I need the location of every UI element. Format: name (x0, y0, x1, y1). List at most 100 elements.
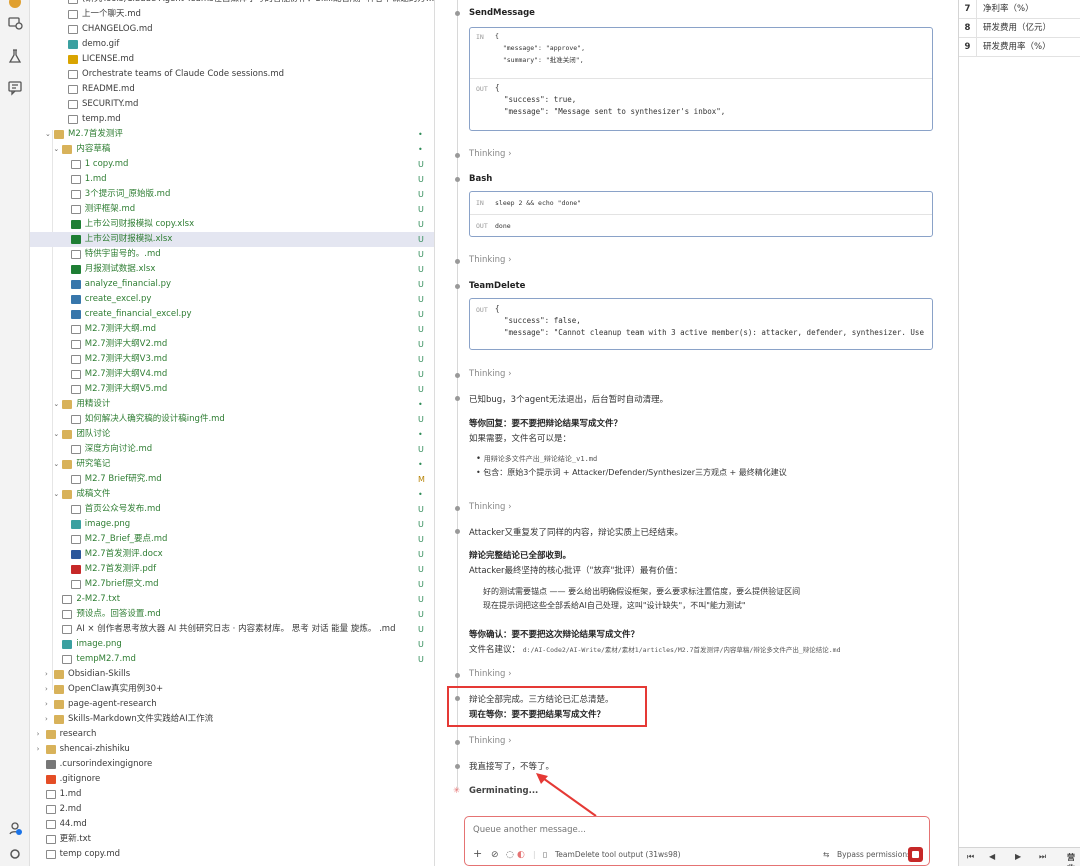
explorer-file-row[interactable]: CHANGELOG.md (30, 22, 434, 37)
explorer-file-row[interactable]: 1 copy.md U (30, 157, 434, 172)
explorer-file-row[interactable]: 1.md U (30, 172, 434, 187)
teamdelete-tool-box[interactable]: OUT { "success": false, "message": "Cann… (469, 298, 933, 350)
explorer-file-row[interactable]: AI × 创作者思考放大器 AI 共创研究日志 · 内容素材库。 思考 对话 能… (30, 622, 434, 637)
prev-sheet-icon[interactable]: ◀ (989, 852, 995, 861)
add-plus-icon[interactable]: + (473, 847, 482, 860)
explorer-folder-row[interactable]: › page-agent-research (30, 697, 434, 712)
explorer-file-row[interactable]: 深度方向讨论.md U (30, 442, 434, 457)
explorer-folder-row[interactable]: ⌄ 内容草稿 • (30, 142, 434, 157)
explorer-file-row[interactable]: image.png U (30, 517, 434, 532)
explorer-file-row[interactable]: (研究Tools)Claude Agent Teams在自媒体字写的智能协作：S… (30, 0, 434, 7)
explorer-file-row[interactable]: temp.md (30, 112, 434, 127)
explorer-file-row[interactable]: .cursorindexingignore (30, 757, 434, 772)
bash-tool-box[interactable]: IN sleep 2 && echo "done" OUT done (469, 191, 933, 237)
sheet-row[interactable]: 7 净利率（%） (959, 0, 1080, 19)
sheet-row[interactable]: 9 研发费用率（%） (959, 38, 1080, 57)
explorer-folder-row[interactable]: › OpenClaw真实用例30+ (30, 682, 434, 697)
explorer-file-row[interactable]: 月报测试数据.xlsx U (30, 262, 434, 277)
explorer-file-row[interactable]: 1.md (30, 787, 434, 802)
sendmessage-tool-box[interactable]: IN { "message": "approve", "summary": "批… (469, 27, 933, 131)
explorer-file-row[interactable]: M2.7测评大纲V3.md U (30, 352, 434, 367)
explorer-folder-row[interactable]: › shencai-zhishiku (30, 742, 434, 757)
chevron-right-icon[interactable]: › (45, 667, 48, 682)
attached-file-label[interactable]: TeamDelete tool output (31ws98) (555, 850, 681, 859)
account-icon[interactable] (7, 820, 23, 836)
explorer-file-row[interactable]: temp copy.md (30, 847, 434, 862)
explorer-folder-row[interactable]: › research (30, 727, 434, 742)
explorer-file-row[interactable]: 2-M2.7.txt U (30, 592, 434, 607)
thinking-toggle[interactable]: Thinking › (469, 502, 512, 512)
thinking-toggle[interactable]: Thinking › (469, 669, 512, 679)
sheet-row[interactable]: 8 研发费用（亿元） (959, 19, 1080, 38)
explorer-file-row[interactable]: image.png U (30, 637, 434, 652)
explorer-file-row[interactable]: README.md (30, 82, 434, 97)
thinking-toggle[interactable]: Thinking › (469, 255, 512, 265)
stop-button[interactable] (908, 847, 923, 862)
explorer-file-row[interactable]: M2.7测评大纲.md U (30, 322, 434, 337)
remote-explorer-icon[interactable] (7, 15, 23, 31)
explorer-file-row[interactable]: 上一个聊天.md (30, 7, 434, 22)
last-sheet-icon[interactable]: ⏭ (1039, 852, 1046, 862)
explorer-file-row[interactable]: SECURITY.md (30, 97, 434, 112)
thinking-toggle[interactable]: Thinking › (469, 736, 512, 746)
chat-comment-icon[interactable] (7, 80, 23, 96)
explorer-file-row[interactable]: 如何解决人确究稿的设计稿ing件.md U (30, 412, 434, 427)
explorer-file-row[interactable]: 首页公众号发布.md U (30, 502, 434, 517)
chevron-right-icon[interactable]: › (45, 712, 48, 727)
first-sheet-icon[interactable]: ⏮ (967, 852, 974, 862)
explorer-folder-row[interactable]: › Obsidian-Skills (30, 667, 434, 682)
explorer-file-row[interactable]: .gitignore (30, 772, 434, 787)
chevron-right-icon[interactable]: › (45, 697, 48, 712)
settings-gear-icon[interactable] (7, 846, 23, 862)
sheet-tab[interactable]: 营收 (1067, 852, 1080, 866)
thinking-toggle[interactable]: Thinking › (469, 149, 512, 159)
explorer-file-row[interactable]: M2.7测评大纲V2.md U (30, 337, 434, 352)
chevron-right-icon[interactable]: › (37, 727, 40, 742)
cell-value[interactable]: 研发费用（亿元） (983, 19, 1051, 38)
chevron-down-icon[interactable]: ⌄ (53, 427, 59, 442)
explorer-folder-row[interactable]: › Skills-Markdown文件实践给AI工作流 (30, 712, 434, 727)
slash-command-icon[interactable]: ⊘ (491, 850, 499, 860)
explorer-file-row[interactable]: 更新.txt (30, 832, 434, 847)
testing-flask-icon[interactable] (7, 48, 23, 64)
attach-icon[interactable]: ◌ (506, 850, 514, 860)
explorer-file-row[interactable]: M2.7首发测评.docx U (30, 547, 434, 562)
explorer-folder-row[interactable]: ⌄ 成稿文件 • (30, 487, 434, 502)
explorer-file-row[interactable]: 44.md (30, 817, 434, 832)
message-composer[interactable]: + ⊘ ◌ ◐ | ▯ TeamDelete tool output (31ws… (464, 816, 930, 866)
chevron-down-icon[interactable]: ⌄ (53, 142, 59, 157)
chevron-right-icon[interactable]: › (37, 742, 40, 757)
chevron-down-icon[interactable]: ⌄ (53, 487, 59, 502)
explorer-folder-row[interactable]: ⌄ M2.7首发测评 • (30, 127, 434, 142)
explorer-folder-row[interactable]: ⌄ 研究笔记 • (30, 457, 434, 472)
explorer-file-row[interactable]: 2.md (30, 802, 434, 817)
explorer-file-row[interactable]: 3个提示词_原始版.md U (30, 187, 434, 202)
explorer-file-row[interactable]: 上市公司财报模拟 copy.xlsx U (30, 217, 434, 232)
explorer-file-row[interactable]: Orchestrate teams of Claude Code session… (30, 67, 434, 82)
chevron-down-icon[interactable]: ⌄ (53, 397, 59, 412)
queue-message-input[interactable] (473, 823, 913, 837)
explorer-file-row[interactable]: M2.7 Brief研究.md M (30, 472, 434, 487)
explorer-file-row[interactable]: M2.7brief原文.md U (30, 577, 434, 592)
explorer-file-row[interactable]: create_financial_excel.py U (30, 307, 434, 322)
explorer-file-row[interactable]: 预设点。回答设置.md U (30, 607, 434, 622)
explorer-file-row[interactable]: M2.7测评大纲V4.md U (30, 367, 434, 382)
explorer-file-row[interactable]: M2.7_Brief_要点.md U (30, 532, 434, 547)
account-badge-icon[interactable] (7, 0, 23, 10)
thinking-toggle[interactable]: Thinking › (469, 369, 512, 379)
explorer-file-row[interactable]: demo.gif (30, 37, 434, 52)
next-sheet-icon[interactable]: ▶ (1015, 852, 1021, 861)
chevron-down-icon[interactable]: ⌄ (53, 457, 59, 472)
explorer-file-row[interactable]: tempM2.7.md U (30, 652, 434, 667)
explorer-file-row[interactable]: create_excel.py U (30, 292, 434, 307)
explorer-file-row[interactable]: 上市公司财报模拟.xlsx U (30, 232, 434, 247)
chevron-right-icon[interactable]: › (45, 682, 48, 697)
explorer-file-row[interactable]: 特供宇宙号的。.md U (30, 247, 434, 262)
bypass-permissions-button[interactable]: Bypass permissions (837, 850, 911, 859)
explorer-file-row[interactable]: 测评框架.md U (30, 202, 434, 217)
cell-value[interactable]: 研发费用率（%） (983, 38, 1051, 57)
explorer-file-row[interactable]: LICENSE.md (30, 52, 434, 67)
cell-value[interactable]: 净利率（%） (983, 0, 1034, 19)
explorer-folder-row[interactable]: ⌄ 用精设计 • (30, 397, 434, 412)
explorer-file-row[interactable]: M2.7首发测评.pdf U (30, 562, 434, 577)
